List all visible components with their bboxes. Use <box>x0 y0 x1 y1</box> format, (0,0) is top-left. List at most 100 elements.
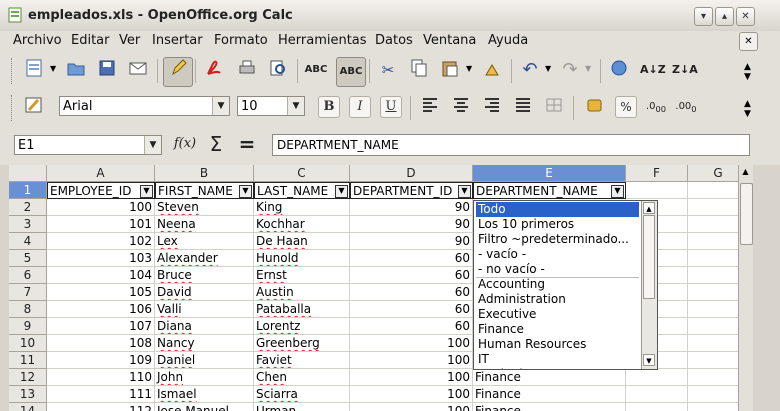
table-cell[interactable]: Austin <box>254 284 350 301</box>
font-name-combo[interactable]: Arial ▼ <box>59 96 230 116</box>
autofilter-button-icon[interactable]: ▼ <box>458 185 471 198</box>
scroll-thumb[interactable] <box>643 215 655 299</box>
header-cell[interactable]: LAST_NAME ▼ <box>254 182 350 199</box>
menu-ayuda[interactable]: Ayuda <box>488 33 528 48</box>
row-header[interactable]: 12 <box>9 369 47 386</box>
select-all-corner[interactable] <box>9 165 47 182</box>
table-cell[interactable]: 100 <box>47 199 155 216</box>
row-header[interactable]: 9 <box>9 318 47 335</box>
menu-editar[interactable]: Editar <box>71 33 110 48</box>
filter-option[interactable]: Accounting <box>476 277 639 292</box>
table-cell[interactable]: 90 <box>350 216 473 233</box>
table-cell[interactable]: Finance <box>473 386 626 403</box>
table-cell[interactable] <box>626 403 688 411</box>
remove-decimal-icon[interactable]: .000 <box>674 95 698 119</box>
header-cell[interactable] <box>626 182 688 199</box>
scroll-up-icon[interactable]: ▲ <box>740 167 751 179</box>
toolbar-overflow-icon[interactable]: ▲ ▼ <box>744 99 751 119</box>
toolbar-overflow-icon[interactable]: ▲ ▼ <box>744 62 751 82</box>
autofilter-dropdown[interactable]: Todo Los 10 primeros Filtro ~predeterminad… <box>473 200 658 370</box>
table-cell[interactable]: Finance <box>473 369 626 386</box>
table-cell[interactable]: 103 <box>47 250 155 267</box>
scroll-down-icon[interactable]: ▼ <box>643 354 655 366</box>
table-cell[interactable]: Chen <box>254 369 350 386</box>
filter-option[interactable]: Los 10 primeros <box>476 217 639 232</box>
row-header[interactable]: 7 <box>9 284 47 301</box>
chevron-down-icon[interactable]: ▼ <box>144 136 161 154</box>
table-cell[interactable]: Sciarra <box>254 386 350 403</box>
copy-icon[interactable] <box>407 58 431 82</box>
undo-icon[interactable]: ↶ <box>518 58 542 82</box>
sort-descending-icon[interactable]: Z↓A <box>672 58 698 82</box>
table-cell[interactable]: 107 <box>47 318 155 335</box>
redo-icon[interactable]: ↷ <box>558 58 582 82</box>
undo-dropdown-icon[interactable]: ▼ <box>545 64 551 73</box>
column-header-c[interactable]: C <box>254 165 350 182</box>
table-cell[interactable]: Greenberg <box>254 335 350 352</box>
table-cell[interactable]: Faviet <box>254 352 350 369</box>
table-cell[interactable]: Ernst <box>254 267 350 284</box>
table-cell[interactable]: 106 <box>47 301 155 318</box>
autofilter-button-icon[interactable]: ▼ <box>611 185 624 198</box>
table-cell[interactable]: Kochhar <box>254 216 350 233</box>
row-header[interactable]: 10 <box>9 335 47 352</box>
table-cell[interactable]: Hunold <box>254 250 350 267</box>
table-cell[interactable]: 112 <box>47 403 155 411</box>
sum-icon[interactable]: Σ <box>204 132 228 156</box>
table-cell[interactable]: John <box>155 369 254 386</box>
merge-cells-icon[interactable] <box>542 95 566 119</box>
table-cell[interactable]: 100 <box>350 335 473 352</box>
table-cell[interactable]: Bruce <box>155 267 254 284</box>
redo-dropdown-icon[interactable]: ▼ <box>585 64 591 73</box>
hyperlink-icon[interactable] <box>607 58 631 82</box>
dropdown-scrollbar[interactable]: ▲ ▼ <box>641 201 657 369</box>
row-header[interactable]: 2 <box>9 199 47 216</box>
font-size-combo[interactable]: 10 ▼ <box>237 96 305 116</box>
table-cell[interactable]: David <box>155 284 254 301</box>
header-cell[interactable]: DEPARTMENT_ID ▼ <box>350 182 473 199</box>
print-icon[interactable] <box>235 58 259 82</box>
header-cell[interactable]: FIRST_NAME ▼ <box>155 182 254 199</box>
column-header-b[interactable]: B <box>155 165 254 182</box>
filter-option[interactable]: Human Resources <box>476 337 639 352</box>
table-cell[interactable]: 100 <box>350 369 473 386</box>
table-cell[interactable]: Daniel <box>155 352 254 369</box>
filter-option[interactable]: Administration <box>476 292 639 307</box>
align-left-icon[interactable] <box>418 95 442 119</box>
new-document-icon[interactable] <box>22 58 46 82</box>
close-icon[interactable]: ✕ <box>736 7 755 26</box>
justify-icon[interactable] <box>511 95 535 119</box>
sort-ascending-icon[interactable]: A↓Z <box>640 58 666 82</box>
table-cell[interactable] <box>626 386 688 403</box>
filter-option[interactable]: - vacío - <box>476 247 639 262</box>
bold-icon[interactable]: B <box>318 96 340 118</box>
table-cell[interactable]: Ismael <box>155 386 254 403</box>
row-header[interactable]: 8 <box>9 301 47 318</box>
filter-option[interactable]: Marketing <box>476 367 639 369</box>
menu-datos[interactable]: Datos <box>375 33 413 48</box>
paste-dropdown-icon[interactable]: ▼ <box>466 64 472 73</box>
add-decimal-icon[interactable]: .000 <box>644 95 668 119</box>
autofilter-button-icon[interactable]: ▼ <box>239 185 252 198</box>
filter-option[interactable]: IT <box>476 352 639 367</box>
menu-ver[interactable]: Ver <box>119 33 140 48</box>
menu-insertar[interactable]: Insertar <box>152 33 203 48</box>
filter-option[interactable]: - no vacío - <box>476 262 639 277</box>
row-header[interactable]: 13 <box>9 386 47 403</box>
header-cell[interactable]: EMPLOYEE_ID ▼ <box>47 182 155 199</box>
table-cell[interactable]: 105 <box>47 284 155 301</box>
row-header[interactable]: 3 <box>9 216 47 233</box>
table-cell[interactable]: 109 <box>47 352 155 369</box>
filter-option[interactable]: Todo <box>476 202 639 217</box>
column-header-e[interactable]: E <box>473 165 626 182</box>
table-cell[interactable]: 60 <box>350 284 473 301</box>
row-header[interactable]: 11 <box>9 352 47 369</box>
autospellcheck-icon[interactable]: ABC <box>336 57 366 87</box>
table-cell[interactable]: Jose Manuel <box>155 403 254 411</box>
table-cell[interactable]: Valli <box>155 301 254 318</box>
column-header-a[interactable]: A <box>47 165 155 182</box>
minimize-icon[interactable]: ▾ <box>694 7 713 26</box>
table-cell[interactable]: 60 <box>350 318 473 335</box>
filter-option[interactable]: Finance <box>476 322 639 337</box>
table-cell[interactable]: 100 <box>350 386 473 403</box>
